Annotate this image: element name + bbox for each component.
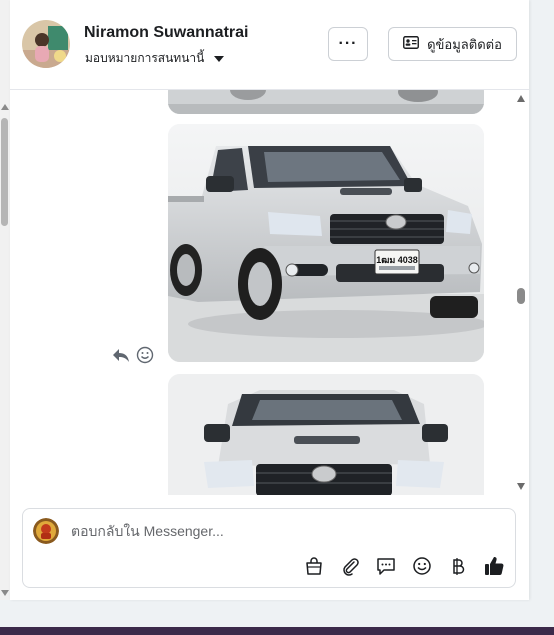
page-avatar [33, 518, 59, 544]
contact-card-icon [403, 36, 420, 52]
conversation-panel: Niramon Suwannatrai มอบหมายการสนทนานี้ ·… [10, 0, 529, 600]
scroll-thumb[interactable] [1, 118, 8, 226]
thumbs-up-icon[interactable] [483, 555, 505, 577]
baht-icon[interactable] [447, 555, 469, 577]
more-options-button[interactable]: ··· [328, 27, 368, 61]
thread-scroll-thumb[interactable] [517, 288, 525, 304]
thread-scroll-up-arrow[interactable] [517, 95, 525, 102]
saved-reply-icon[interactable] [375, 555, 397, 577]
reply-input[interactable] [71, 519, 471, 543]
reply-composer [22, 508, 516, 588]
bag-icon[interactable] [303, 555, 325, 577]
thread-scroll-down-arrow[interactable] [517, 483, 525, 490]
chevron-down-icon [214, 55, 225, 62]
window-scrollbar[interactable] [0, 0, 10, 600]
scroll-up-arrow[interactable] [1, 104, 9, 110]
emoji-icon[interactable] [136, 346, 154, 369]
contact-avatar[interactable] [22, 20, 70, 68]
reply-icon[interactable] [112, 347, 130, 368]
message-photo[interactable] [168, 374, 484, 495]
emoji-icon[interactable] [411, 555, 433, 577]
view-contact-info-button[interactable]: ดูข้อมูลติดต่อ [388, 27, 517, 61]
thread-scrollbar[interactable] [513, 90, 529, 495]
contact-info-label: ดูข้อมูลติดต่อ [427, 36, 502, 52]
assign-conversation-dropdown[interactable]: มอบหมายการสนทนานี้ [85, 49, 225, 68]
desktop-taskbar-edge [0, 627, 554, 635]
message-photo[interactable] [168, 90, 484, 114]
scroll-down-arrow[interactable] [1, 590, 9, 596]
license-plate-text: 1ฒม 4038 [376, 255, 418, 265]
composer-toolbar [303, 555, 505, 577]
message-photo-pickup-truck[interactable]: 1ฒม 4038 [168, 124, 484, 362]
message-actions [112, 346, 154, 369]
assign-label: มอบหมายการสนทนานี้ [85, 51, 205, 65]
ellipsis-icon: ··· [338, 35, 358, 52]
contact-name: Niramon Suwannatrai [84, 24, 249, 41]
paperclip-icon[interactable] [339, 555, 361, 577]
message-thread[interactable]: 1ฒม 4038 [10, 90, 529, 495]
conversation-header: Niramon Suwannatrai มอบหมายการสนทนานี้ ·… [10, 0, 529, 90]
